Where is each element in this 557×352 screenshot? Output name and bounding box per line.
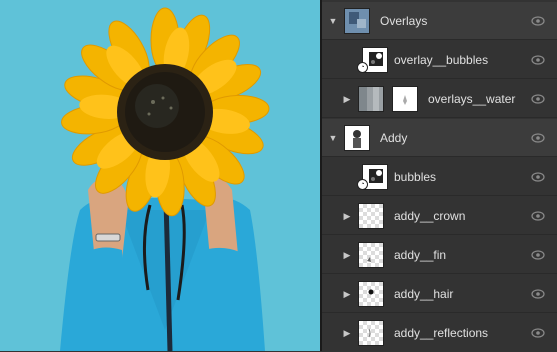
visibility-eye-icon[interactable]	[531, 133, 545, 143]
hair-thumbnail	[358, 281, 384, 307]
crown-thumbnail	[358, 203, 384, 229]
reflections-thumbnail	[358, 320, 384, 346]
visibility-eye-icon[interactable]	[531, 172, 545, 182]
layer-row-overlays[interactable]: ▼ Overlays	[322, 2, 557, 40]
layer-name: bubbles	[394, 170, 437, 184]
layer-mask-thumbnail	[392, 86, 418, 112]
layer-row-addy-reflections[interactable]: ▶ addy__reflections	[322, 314, 557, 352]
layer-name: addy__crown	[394, 209, 466, 223]
layer-name: Overlays	[380, 14, 428, 28]
water-thumbnail	[358, 86, 384, 112]
sunflower-portrait-image	[0, 0, 320, 351]
layer-name: overlay__bubbles	[394, 53, 489, 67]
expand-arrow-icon[interactable]: ▶	[342, 94, 352, 104]
layer-row-addy-fin[interactable]: ▶ addy__fin	[322, 236, 557, 274]
layer-row-bubbles[interactable]: ◔ bubbles	[322, 158, 557, 196]
expand-arrow-icon[interactable]: ▶	[342, 289, 352, 299]
collapse-arrow-icon[interactable]: ▼	[328, 133, 338, 143]
layer-row-overlay-bubbles[interactable]: ◔ overlay__bubbles	[322, 41, 557, 79]
visibility-eye-icon[interactable]	[531, 250, 545, 260]
visibility-eye-icon[interactable]	[531, 94, 545, 104]
document-canvas[interactable]	[0, 0, 320, 351]
layers-panel: ▼ Overlays ◔ overlay__bubbles ▶ overlays…	[322, 0, 557, 351]
layer-name: addy__hair	[394, 287, 454, 301]
fin-thumbnail	[358, 242, 384, 268]
layer-name: addy__reflections	[394, 326, 489, 340]
layer-row-addy-crown[interactable]: ▶ addy__crown	[322, 197, 557, 235]
overlays-group-thumbnail	[344, 8, 370, 34]
visibility-eye-icon[interactable]	[531, 55, 545, 65]
layer-name: addy__fin	[394, 248, 447, 262]
smart-link-icon: ◔	[357, 179, 368, 190]
expand-arrow-icon[interactable]: ▶	[342, 328, 352, 338]
layer-name: overlays__water	[428, 92, 516, 106]
expand-arrow-icon[interactable]: ▶	[342, 250, 352, 260]
visibility-eye-icon[interactable]	[531, 16, 545, 26]
collapse-arrow-icon[interactable]: ▼	[328, 16, 338, 26]
visibility-eye-icon[interactable]	[531, 211, 545, 221]
layer-row-overlays-water[interactable]: ▶ overlays__water	[322, 80, 557, 118]
visibility-eye-icon[interactable]	[531, 328, 545, 338]
smart-link-icon: ◔	[357, 62, 368, 73]
layer-row-addy[interactable]: ▼ Addy	[322, 119, 557, 157]
layer-row-addy-hair[interactable]: ▶ addy__hair	[322, 275, 557, 313]
expand-arrow-icon[interactable]: ▶	[342, 211, 352, 221]
visibility-eye-icon[interactable]	[531, 289, 545, 299]
addy-group-thumbnail	[344, 125, 370, 151]
layer-name: Addy	[380, 131, 408, 145]
